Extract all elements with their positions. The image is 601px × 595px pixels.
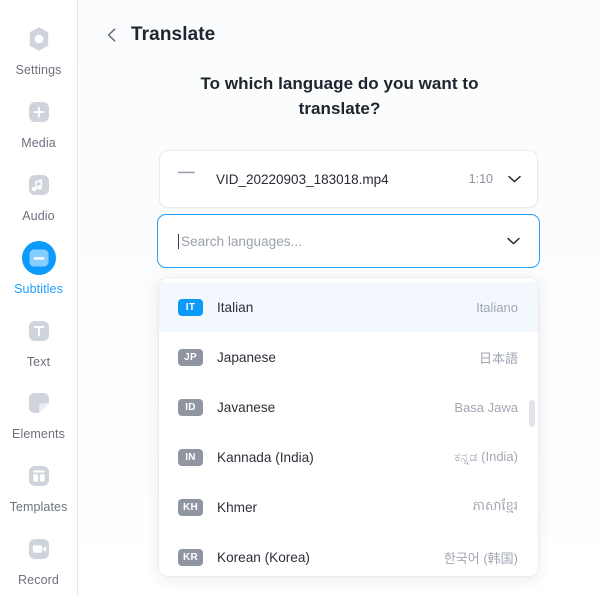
video-camera-icon (20, 530, 58, 568)
translate-content: Translate To which language do you want … (78, 0, 601, 595)
list-item[interactable]: JP Japanese 日本語 (159, 332, 538, 382)
language-name-label: Khmer (217, 499, 258, 515)
language-search-combobox[interactable]: Search languages... (157, 214, 540, 268)
sidebar-item-record[interactable]: Record (0, 522, 78, 595)
gear-icon (20, 20, 58, 58)
language-native-label: 한국어 (韩国) (443, 550, 518, 566)
language-native-label: ಕನ್ನಡ (India) (454, 449, 518, 464)
language-code-badge: IN (178, 448, 203, 466)
sidebar-item-label: Templates (9, 500, 68, 515)
language-code-badge: IT (178, 298, 203, 316)
language-name-label: Japanese (217, 349, 276, 365)
shapes-icon (20, 384, 58, 422)
music-note-icon (20, 166, 58, 204)
left-toolbar-sidebar: Settings Media Audio Subtitles Text Elem… (0, 0, 78, 595)
language-code-badge: JP (178, 348, 203, 366)
sidebar-item-label: Settings (15, 63, 62, 77)
sidebar-item-label: Record (18, 573, 59, 588)
language-name-label: Javanese (217, 399, 276, 415)
page-header: Translate (78, 0, 601, 52)
list-item[interactable]: ID Javanese Basa Jawa (159, 382, 538, 432)
sidebar-item-label: Subtitles (14, 281, 63, 296)
question-heading: To which language do you want to transla… (200, 74, 479, 118)
sidebar-item-label: Text (26, 354, 51, 369)
translate-panel: Settings Media Audio Subtitles Text Elem… (0, 0, 601, 595)
list-item[interactable]: IT Italian Italiano (159, 282, 538, 332)
language-native-label: 日本語 (478, 350, 518, 366)
language-name-label: Kannada (India) (217, 449, 314, 465)
sidebar-item-subtitles[interactable]: Subtitles (0, 231, 78, 304)
sidebar-item-media[interactable]: Media (0, 85, 78, 158)
language-native-label: Italiano (476, 299, 518, 315)
language-dropdown: IT Italian Italiano JP Japanese 日本語 ID J… (159, 278, 538, 576)
search-input[interactable]: Search languages... (181, 234, 506, 249)
sidebar-item-templates[interactable]: Templates (0, 449, 78, 522)
sidebar-item-label: Audio (22, 208, 55, 223)
list-item[interactable]: IN Kannada (India) ಕನ್ನಡ (India) (159, 432, 538, 482)
layout-icon (20, 457, 58, 495)
language-code-badge: KR (178, 548, 203, 566)
language-native-label: ភាសាខ្មែរ (472, 497, 518, 513)
text-caret (178, 233, 179, 249)
plus-square-icon (20, 93, 58, 131)
list-item[interactable]: KH Khmer ភាសាខ្មែរ (159, 482, 538, 532)
subtitle-icon (20, 239, 58, 277)
sidebar-item-settings[interactable]: Settings (0, 12, 78, 85)
sidebar-item-audio[interactable]: Audio (0, 158, 78, 231)
language-list[interactable]: IT Italian Italiano JP Japanese 日本語 ID J… (159, 278, 538, 576)
chevron-down-icon[interactable] (507, 174, 522, 184)
sidebar-item-label: Elements (12, 427, 65, 442)
page-title: Translate (131, 24, 216, 45)
language-name-label: Italian (217, 299, 254, 315)
chevron-left-icon[interactable] (101, 24, 123, 46)
chevron-down-icon[interactable] (506, 236, 521, 246)
sidebar-item-label: Media (21, 135, 56, 150)
file-name-label: VID_20220903_183018.mp4 (216, 171, 389, 187)
dropdown-scrollbar-track[interactable] (529, 282, 535, 572)
text-t-icon (20, 312, 58, 350)
file-duration-label: 1:10 (468, 172, 493, 186)
language-name-label: Korean (Korea) (217, 549, 310, 565)
sidebar-item-text[interactable]: Text (0, 304, 78, 377)
list-item[interactable]: KR Korean (Korea) 한국어 (韩国) (159, 532, 538, 576)
language-native-label: Basa Jawa (454, 399, 518, 415)
selected-file-card[interactable]: VID_20220903_183018.mp4 1:10 (159, 150, 538, 208)
language-code-badge: KH (178, 498, 203, 516)
image-placeholder-icon (173, 162, 207, 196)
sidebar-item-elements[interactable]: Elements (0, 376, 78, 449)
dropdown-scrollbar-thumb[interactable] (529, 400, 535, 427)
language-code-badge: ID (178, 398, 203, 416)
